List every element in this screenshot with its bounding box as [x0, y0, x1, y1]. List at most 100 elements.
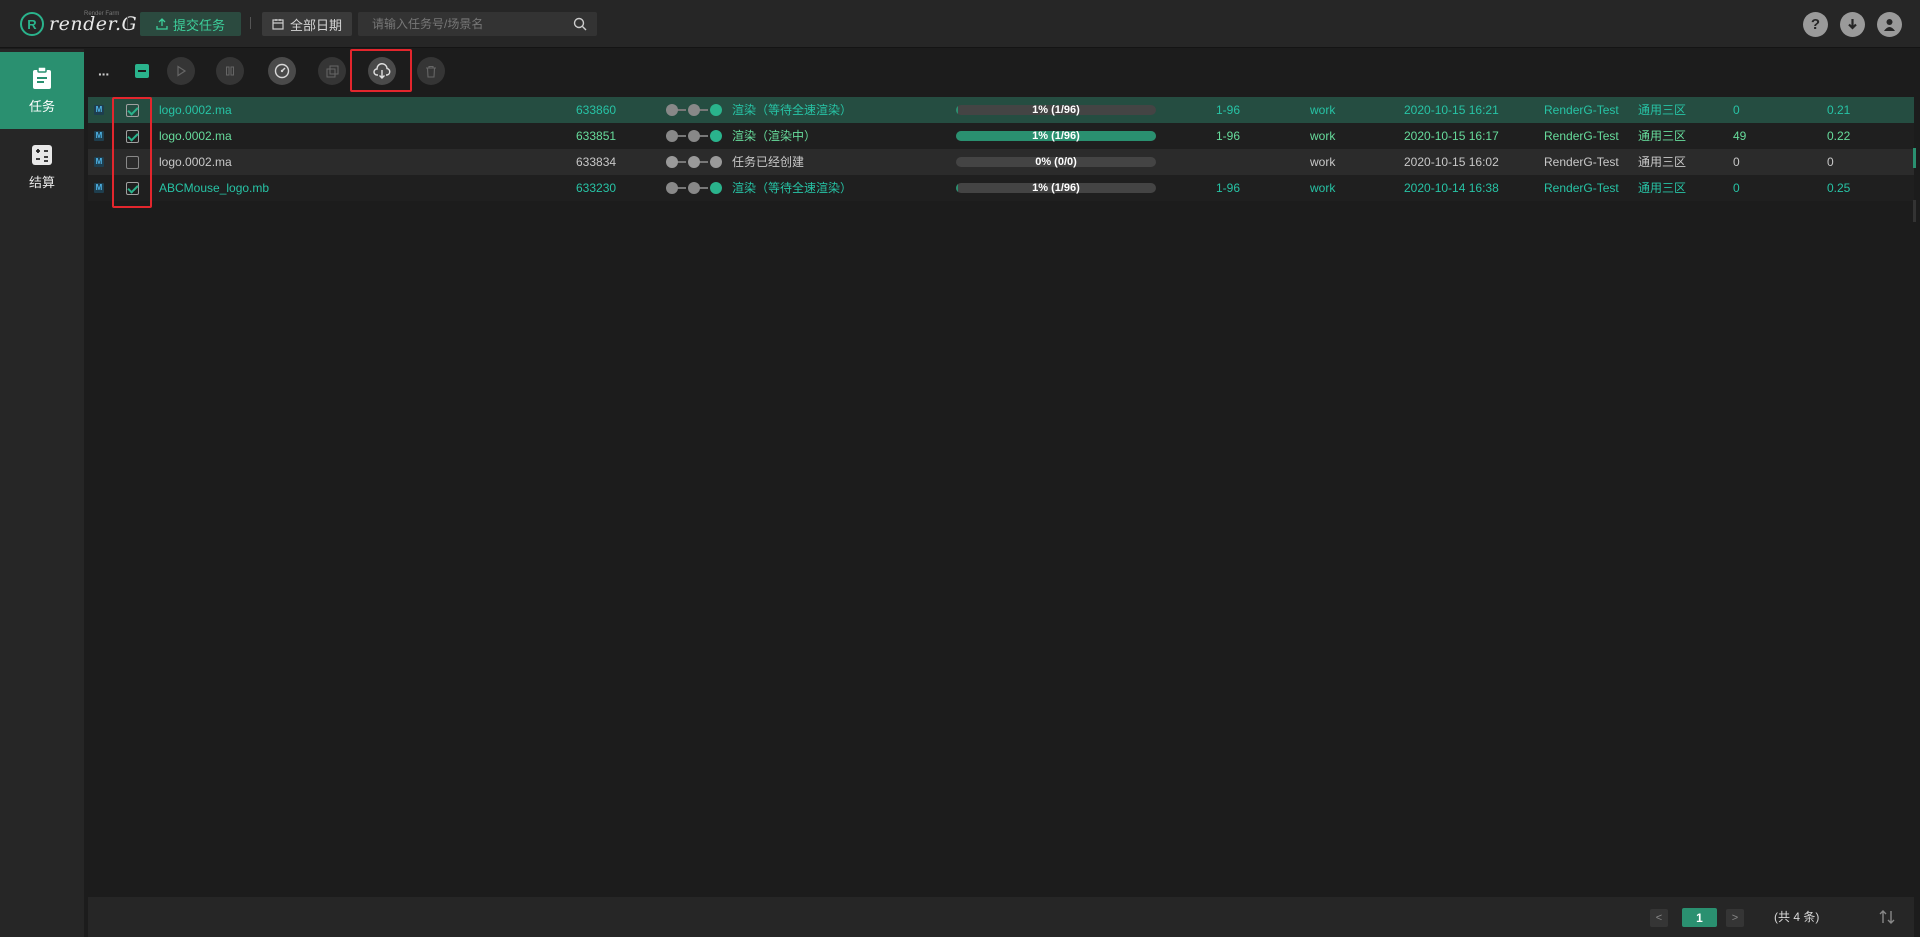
- task-cost: 0: [1827, 155, 1834, 169]
- maya-badge: M: [94, 131, 104, 141]
- play-icon: [177, 65, 187, 77]
- sidebar-item-tasks[interactable]: 任务: [0, 52, 84, 129]
- calendar-icon: [272, 19, 284, 30]
- task-time: 2020-10-15 16:21: [1404, 103, 1499, 117]
- task-project: work: [1310, 103, 1336, 117]
- divider: [127, 17, 128, 29]
- table-row[interactable]: M logo.0002.ma 633834 任务已经创建 0% (0/0) wo…: [88, 149, 1914, 175]
- task-user: RenderG-Test: [1544, 103, 1619, 117]
- calculator-icon: [32, 145, 52, 165]
- delete-button[interactable]: [417, 57, 445, 85]
- task-name[interactable]: logo.0002.ma: [159, 123, 232, 149]
- task-zone: 通用三区: [1638, 129, 1687, 143]
- top-bar: R render.G Render Farm 提交任务 全部日期 ?: [0, 0, 1920, 48]
- prev-page-button[interactable]: <: [1650, 909, 1668, 927]
- step-current-icon: [710, 130, 722, 142]
- progress-label: 0% (0/0): [1035, 156, 1077, 168]
- sidebar-item-label: 任务: [28, 99, 55, 114]
- task-count: 0: [1733, 181, 1740, 195]
- step-pending-icon: [666, 156, 678, 168]
- toolbar: ···: [88, 49, 1918, 92]
- highlight-box-checkboxes: [112, 97, 152, 208]
- sidebar-item-billing[interactable]: 结算: [0, 129, 84, 206]
- task-count: 0: [1733, 103, 1740, 117]
- app-window: R render.G Render Farm 提交任务 全部日期 ?: [0, 0, 1920, 937]
- step-pending-icon: [710, 156, 722, 168]
- select-all-checkbox[interactable]: [135, 64, 149, 78]
- speedometer-icon: [274, 63, 290, 79]
- task-frames: 1-96: [1216, 129, 1241, 143]
- copy-icon: [326, 65, 338, 77]
- highlight-box-download: [350, 49, 412, 92]
- task-name[interactable]: logo.0002.ma: [159, 97, 232, 123]
- search-icon[interactable]: [573, 17, 587, 31]
- sidebar-item-label: 结算: [28, 175, 55, 190]
- more-options-icon[interactable]: ···: [98, 66, 110, 82]
- task-project: work: [1310, 181, 1336, 195]
- task-time: 2020-10-15 16:17: [1404, 129, 1499, 143]
- task-id: 633851: [576, 129, 617, 143]
- task-cost: 0.25: [1827, 181, 1851, 195]
- scrollbar-track[interactable]: [1913, 200, 1916, 222]
- step-current-icon: [710, 104, 722, 116]
- start-button[interactable]: [167, 57, 195, 85]
- total-count: (共 4 条): [1774, 910, 1820, 924]
- task-table: M logo.0002.ma 633860 渲染（等待全速渲染） 1% (1/9…: [88, 97, 1914, 208]
- task-project: work: [1310, 155, 1336, 169]
- task-id: 633230: [576, 181, 617, 195]
- step-done-icon: [688, 104, 700, 116]
- user-avatar-icon[interactable]: [1877, 12, 1902, 37]
- task-frames: 1-96: [1216, 181, 1241, 195]
- table-row[interactable]: M logo.0002.ma 633851 渲染（渲染中） 1% (1/96) …: [88, 123, 1914, 149]
- task-zone: 通用三区: [1638, 181, 1687, 195]
- status-steps: [666, 104, 722, 116]
- pause-button[interactable]: [216, 57, 244, 85]
- download-icon[interactable]: [1840, 12, 1865, 37]
- maya-badge: M: [94, 105, 104, 115]
- pagination-bar: < 1 > (共 4 条): [88, 897, 1914, 937]
- copy-button[interactable]: [318, 57, 346, 85]
- help-icon[interactable]: ?: [1803, 12, 1828, 37]
- date-filter-label: 全部日期: [289, 17, 342, 33]
- task-user: RenderG-Test: [1544, 129, 1619, 143]
- task-cost: 0.22: [1827, 129, 1851, 143]
- scrollbar-thumb[interactable]: [1913, 148, 1916, 168]
- progress-label: 1% (1/96): [1032, 130, 1080, 142]
- task-time: 2020-10-15 16:02: [1404, 155, 1499, 169]
- step-done-icon: [666, 104, 678, 116]
- divider: [250, 17, 251, 29]
- speed-up-button[interactable]: [268, 57, 296, 85]
- logo: R render.G Render Farm: [20, 9, 137, 39]
- date-filter-button[interactable]: 全部日期: [262, 12, 352, 36]
- search-box: [358, 12, 597, 36]
- task-name[interactable]: ABCMouse_logo.mb: [159, 175, 269, 201]
- task-count: 49: [1733, 129, 1747, 143]
- pause-icon: [226, 66, 234, 76]
- table-row[interactable]: M logo.0002.ma 633860 渲染（等待全速渲染） 1% (1/9…: [88, 97, 1914, 123]
- task-user: RenderG-Test: [1544, 181, 1619, 195]
- table-row[interactable]: M ABCMouse_logo.mb 633230 渲染（等待全速渲染） 1% …: [88, 175, 1914, 201]
- status-steps: [666, 156, 722, 168]
- clipboard-icon: [33, 66, 51, 89]
- task-status: 渲染（等待全速渲染）: [732, 103, 853, 117]
- task-name[interactable]: logo.0002.ma: [159, 149, 232, 175]
- progress-label: 1% (1/96): [1032, 182, 1080, 194]
- task-status: 渲染（等待全速渲染）: [732, 181, 853, 195]
- step-pending-icon: [688, 156, 700, 168]
- status-steps: [666, 130, 722, 142]
- search-input[interactable]: [358, 12, 568, 36]
- task-frames: 1-96: [1216, 103, 1241, 117]
- submit-task-button[interactable]: 提交任务: [140, 12, 241, 36]
- current-page-button[interactable]: 1: [1682, 908, 1717, 927]
- sort-icon[interactable]: [1878, 908, 1896, 926]
- logo-subtitle: Render Farm: [84, 11, 120, 17]
- task-status: 任务已经创建: [732, 155, 805, 169]
- maya-badge: M: [94, 183, 104, 193]
- next-page-button[interactable]: >: [1726, 909, 1744, 927]
- task-time: 2020-10-14 16:38: [1404, 181, 1499, 195]
- task-zone: 通用三区: [1638, 155, 1687, 169]
- top-icons: ?: [1803, 12, 1902, 37]
- step-done-icon: [688, 130, 700, 142]
- task-id: 633834: [576, 155, 617, 169]
- task-cost: 0.21: [1827, 103, 1851, 117]
